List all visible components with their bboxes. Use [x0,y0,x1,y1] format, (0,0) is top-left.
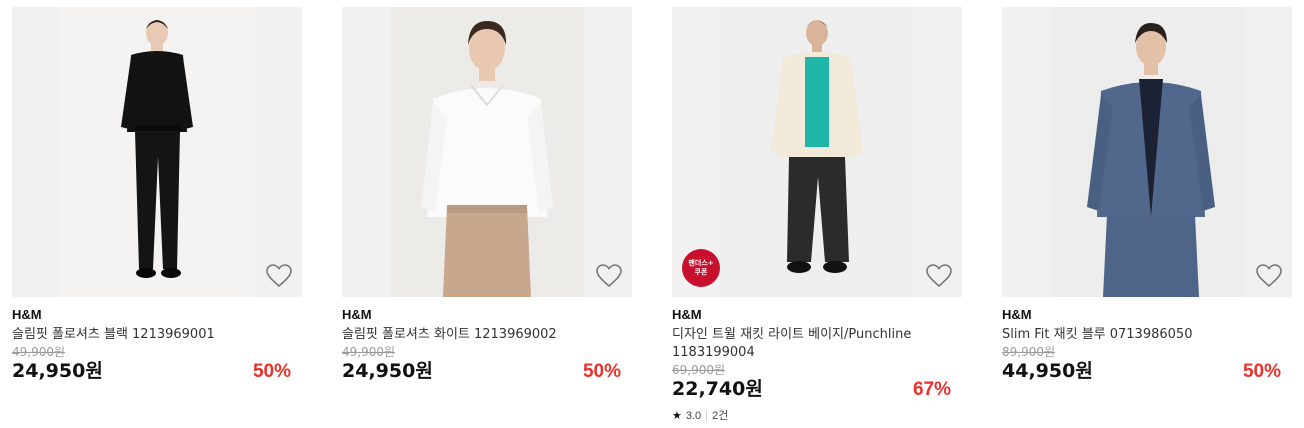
brand-name[interactable]: H&M [1002,307,1292,323]
brand-name[interactable]: H&M [12,307,302,323]
original-price: 69,900원 [672,363,726,377]
price-row: 44,950원 50% [1002,359,1292,385]
heart-icon[interactable] [926,264,952,288]
original-price: 49,900원 [342,345,396,359]
discount-rate: 67% [912,379,951,400]
brand-name[interactable]: H&M [342,307,632,323]
product-card[interactable]: H&M 슬림핏 폴로셔츠 블랙 1213969001 49,900원 24,95… [12,7,302,385]
heart-icon[interactable] [266,264,292,288]
coupon-badge-line2: 쿠폰 [694,268,708,276]
coupon-badge: 팬더스+ 쿠폰 [682,249,720,287]
product-name[interactable]: 디자인 트윌 재킷 라이트 베이지/Punchline 1183199004 [672,326,942,362]
discount-rate: 50% [252,361,291,382]
product-image[interactable] [12,7,302,297]
product-image[interactable]: 팬더스+ 쿠폰 [672,7,962,297]
product-name[interactable]: Slim Fit 재킷 블루 0713986050 [1002,326,1272,344]
coupon-badge-line1: 팬더스+ [688,259,714,267]
product-image[interactable] [1002,7,1292,297]
price-row: 24,950원 50% [12,359,302,385]
rating-row: ★ 3.0 2건 [672,409,962,423]
original-price: 89,900원 [1002,345,1056,359]
product-card[interactable]: H&M 슬림핏 폴로셔츠 화이트 1213969002 49,900원 24,9… [342,7,632,385]
sale-price: 24,950원 [342,360,433,382]
price-row: 24,950원 50% [342,359,632,385]
product-image[interactable] [342,7,632,297]
divider [706,411,708,421]
star-icon: ★ [672,410,682,422]
heart-icon[interactable] [596,264,622,288]
discount-rate: 50% [582,361,621,382]
discount-rate: 50% [1242,361,1281,382]
original-price: 49,900원 [12,345,66,359]
rating-score: 3.0 [685,410,702,422]
sale-price: 22,740원 [672,378,763,400]
product-card[interactable]: 팬더스+ 쿠폰 H&M 디자인 트윌 재킷 라이트 베이지/Punchline … [672,7,962,423]
product-photo [391,7,584,297]
product-name[interactable]: 슬림핏 폴로셔츠 블랙 1213969001 [12,326,282,344]
product-grid: H&M 슬림핏 폴로셔츠 블랙 1213969001 49,900원 24,95… [0,0,1304,428]
product-photo [61,7,254,297]
sale-price: 24,950원 [12,360,103,382]
product-card[interactable]: H&M Slim Fit 재킷 블루 0713986050 89,900원 44… [1002,7,1292,385]
brand-name[interactable]: H&M [672,307,962,323]
review-count[interactable]: 2건 [712,409,728,423]
product-photo [1051,7,1244,297]
price-row: 22,740원 67% [672,377,962,403]
product-photo [721,7,914,297]
sale-price: 44,950원 [1002,360,1093,382]
product-name[interactable]: 슬림핏 폴로셔츠 화이트 1213969002 [342,326,612,344]
heart-icon[interactable] [1256,264,1282,288]
